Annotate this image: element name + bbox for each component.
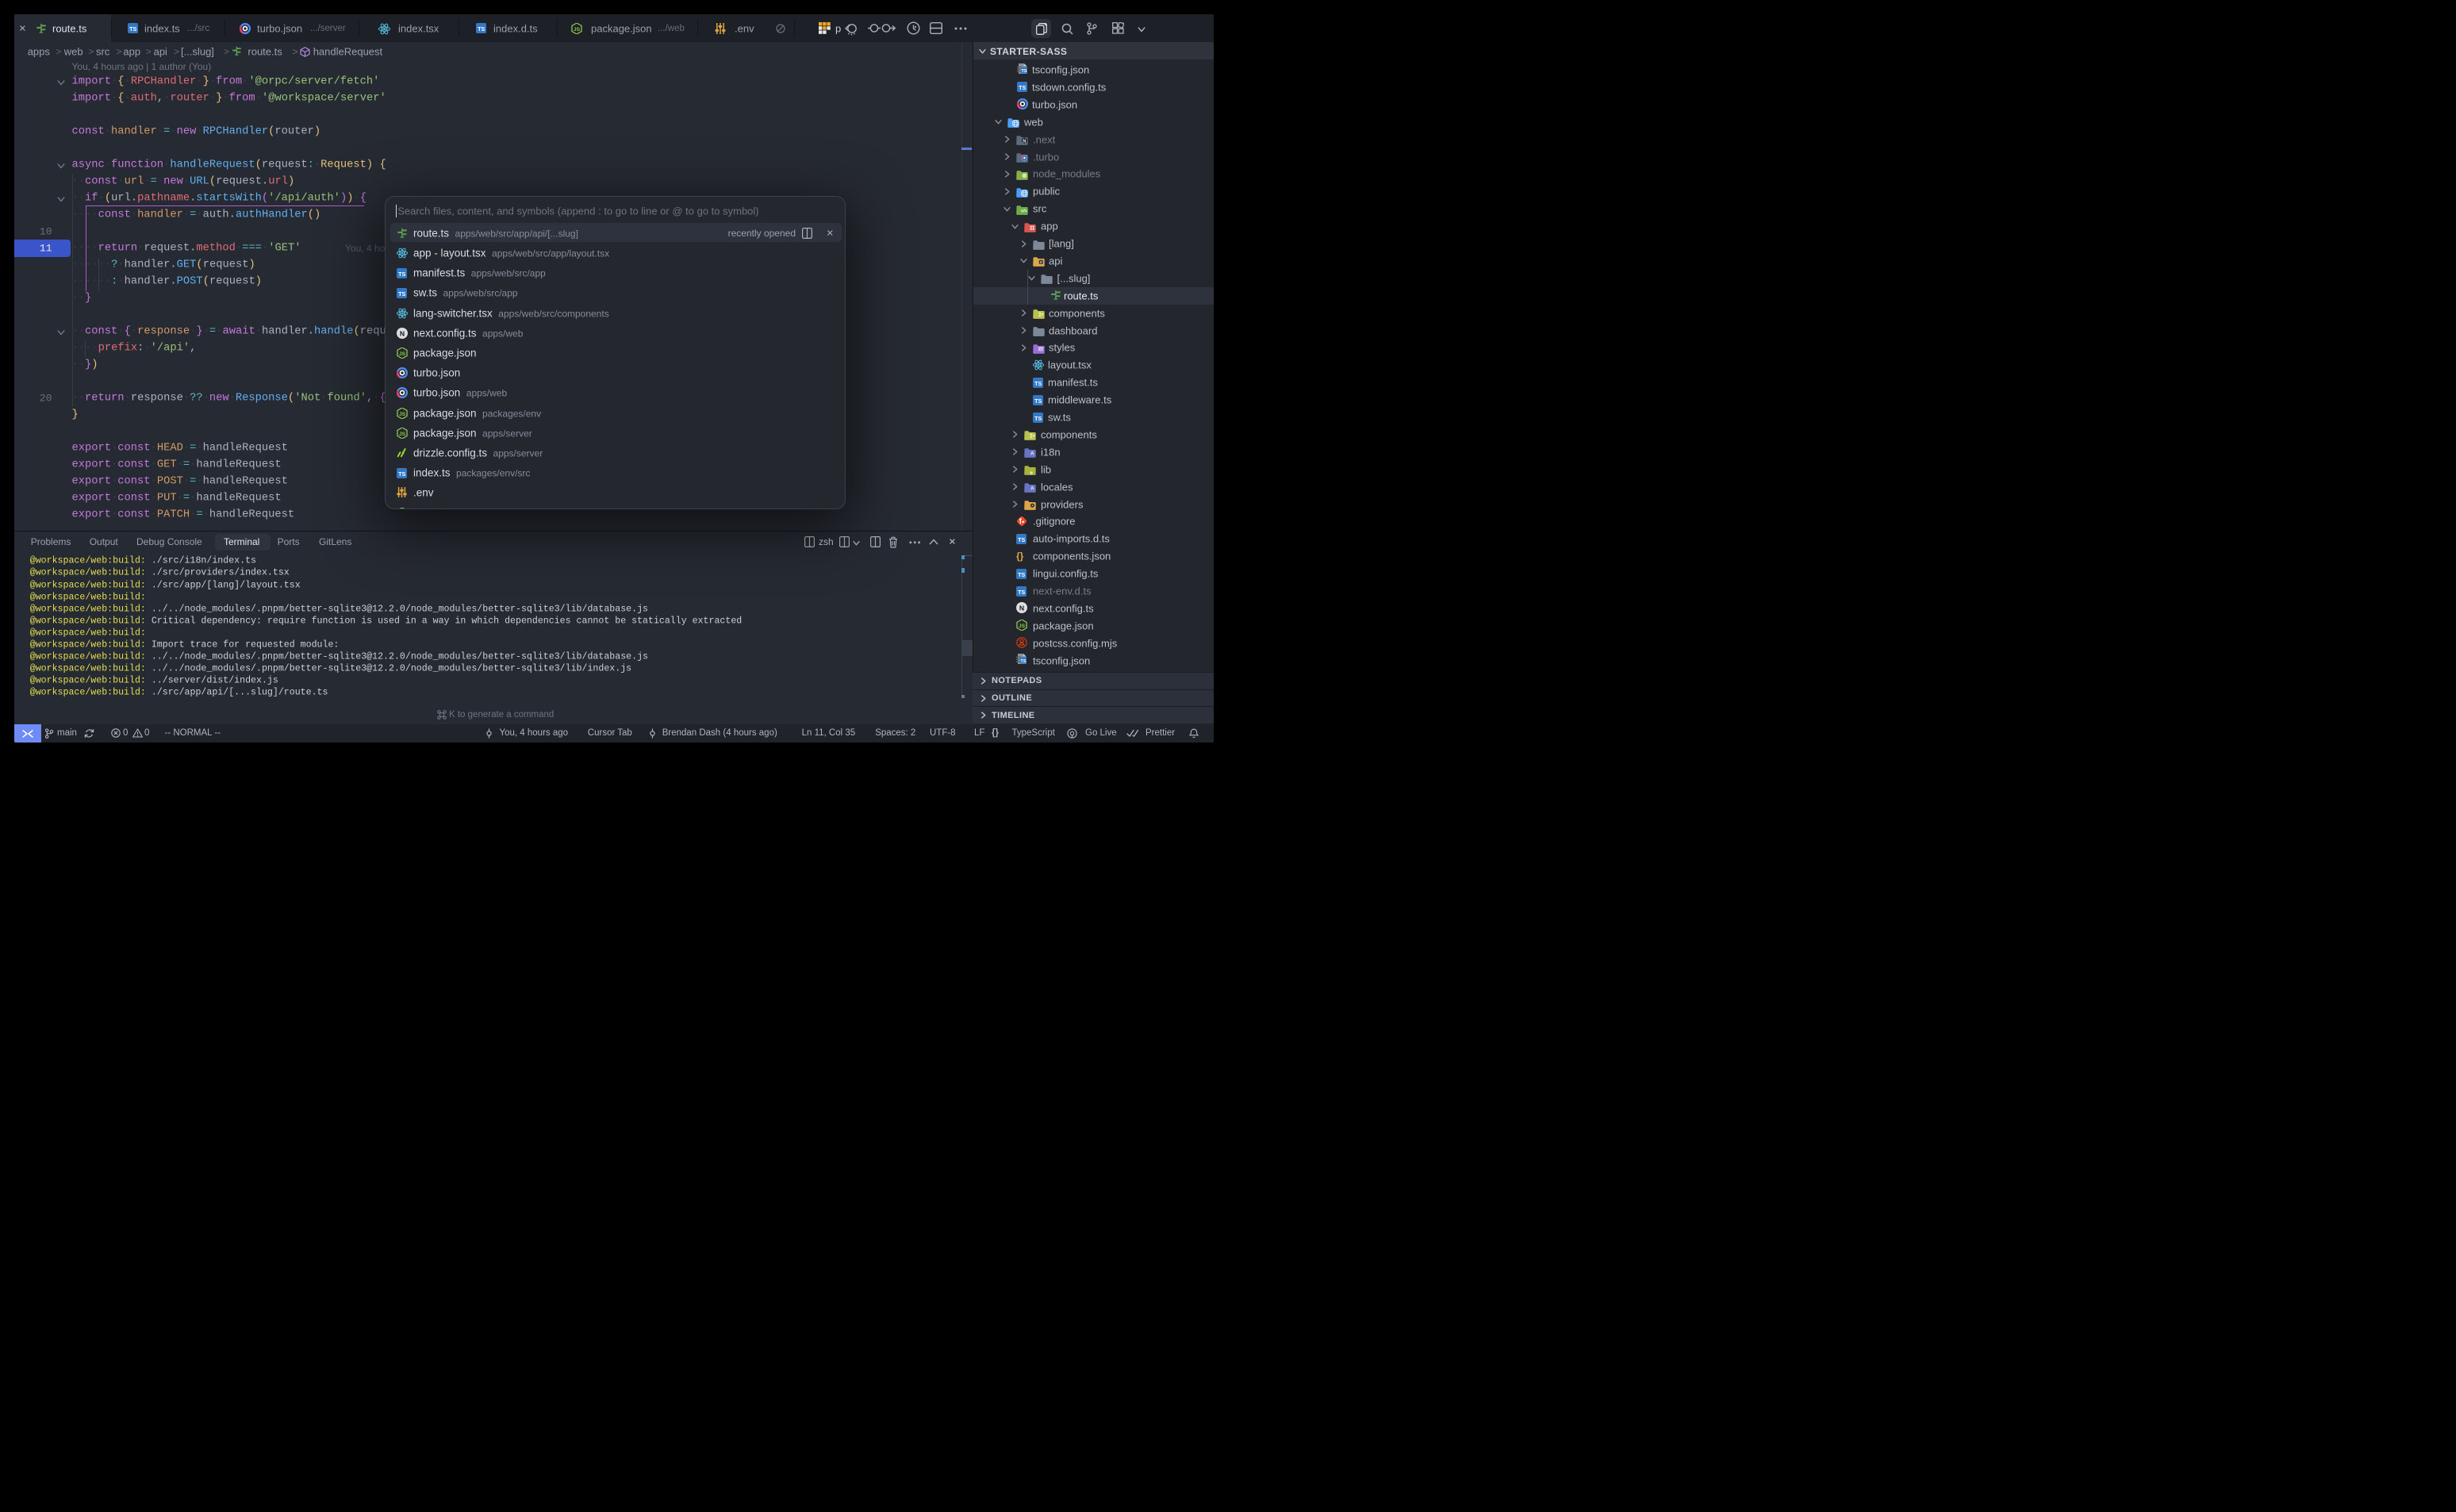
svg-text:N: N bbox=[1023, 139, 1026, 144]
svg-text:A: A bbox=[1030, 485, 1034, 491]
svg-text:TS: TS bbox=[398, 290, 405, 297]
svg-text:TS: TS bbox=[1021, 69, 1027, 74]
svg-text:TS: TS bbox=[1034, 415, 1042, 422]
svg-text:TS: TS bbox=[1018, 589, 1025, 596]
svg-text:TS: TS bbox=[1020, 659, 1026, 664]
svg-text:N: N bbox=[400, 329, 405, 337]
svg-text:JS: JS bbox=[399, 412, 406, 417]
svg-text:JS: JS bbox=[399, 432, 406, 437]
svg-text:TS: TS bbox=[129, 25, 136, 33]
svg-text:TS: TS bbox=[398, 271, 405, 278]
svg-text:CSS: CSS bbox=[1038, 347, 1044, 351]
svg-text:TS: TS bbox=[398, 470, 405, 478]
svg-text:</>: </> bbox=[1021, 209, 1028, 213]
svg-text:TS: TS bbox=[1018, 571, 1025, 578]
svg-text:TS: TS bbox=[1034, 380, 1042, 387]
svg-text:JS: JS bbox=[399, 351, 406, 357]
svg-text:A: A bbox=[1030, 451, 1034, 457]
svg-text:#: # bbox=[1039, 260, 1042, 265]
svg-text:JS: JS bbox=[1019, 624, 1026, 629]
svg-text:JS: JS bbox=[574, 27, 581, 33]
svg-text:TS: TS bbox=[1019, 85, 1026, 92]
svg-text:TS: TS bbox=[478, 25, 485, 33]
svg-text:TS: TS bbox=[1034, 397, 1042, 405]
svg-text:N: N bbox=[1019, 604, 1024, 612]
svg-text:TS: TS bbox=[1018, 536, 1025, 543]
